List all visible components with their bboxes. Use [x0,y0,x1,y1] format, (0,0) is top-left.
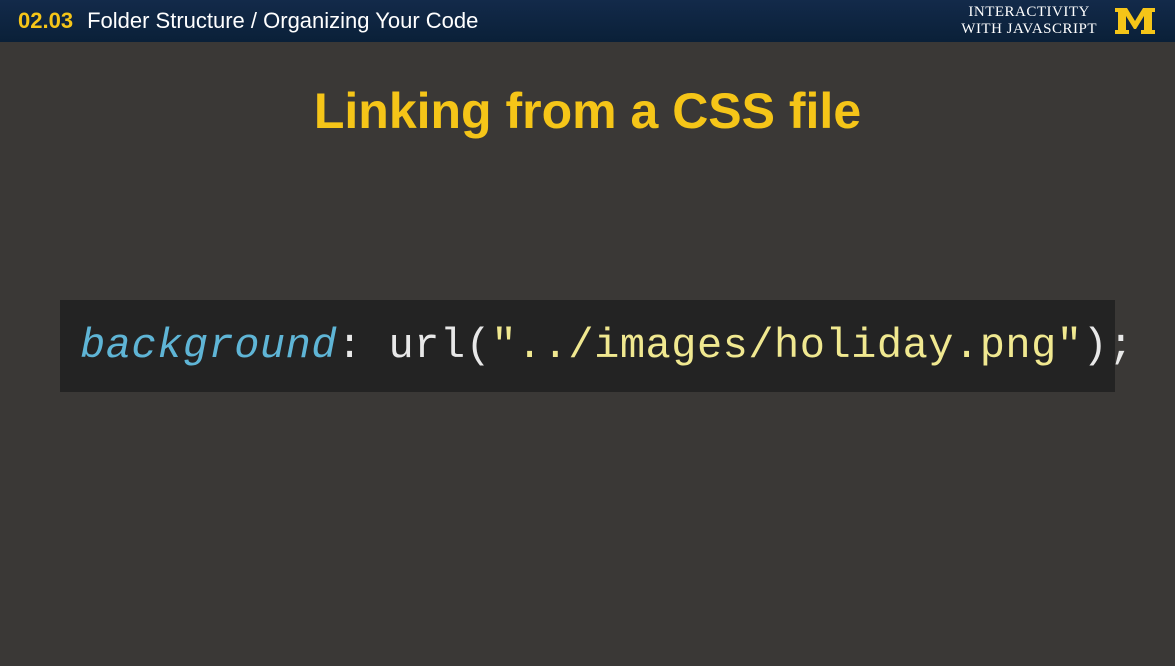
code-function: url [388,322,465,370]
slide-title: Linking from a CSS file [60,82,1115,140]
course-name-line2: WITH JAVASCRIPT [961,21,1097,38]
header-right: INTERACTIVITY WITH JAVASCRIPT [961,4,1157,39]
code-string: "../images/holiday.png" [491,322,1082,370]
course-name: INTERACTIVITY WITH JAVASCRIPT [961,4,1097,39]
code-colon: : [337,322,388,370]
code-close-paren: ) [1083,322,1109,370]
lesson-number: 02.03 [18,8,73,34]
code-open-paren: ( [466,322,492,370]
code-property: background [80,322,337,370]
slide-content: Linking from a CSS file background: url(… [0,42,1175,422]
code-block: background: url("../images/holiday.png")… [60,300,1115,392]
lesson-title: Folder Structure / Organizing Your Code [87,8,478,34]
michigan-logo-icon [1113,6,1157,36]
header-left: 02.03 Folder Structure / Organizing Your… [18,8,478,34]
code-semicolon: ; [1108,322,1134,370]
course-name-line1: INTERACTIVITY [961,4,1097,21]
header-bar: 02.03 Folder Structure / Organizing Your… [0,0,1175,42]
